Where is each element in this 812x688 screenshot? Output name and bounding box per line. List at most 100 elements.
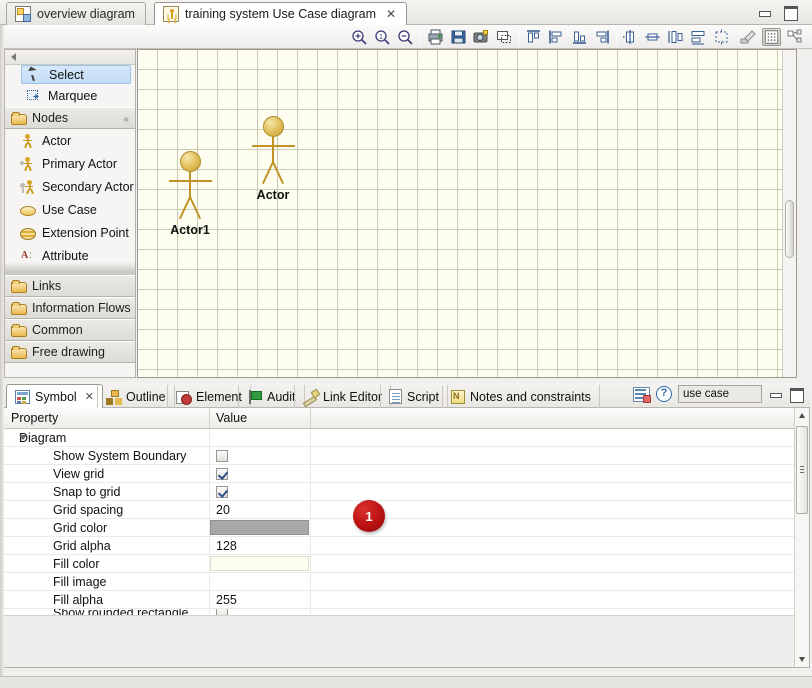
zoom-actual-icon[interactable]: 1 [373, 28, 392, 46]
close-icon[interactable]: ✕ [85, 390, 94, 403]
folder-icon [11, 302, 27, 315]
palette-node-use-case[interactable]: Use Case [5, 198, 135, 221]
palette-collapse-bar[interactable] [5, 50, 135, 65]
format-painter-icon[interactable] [739, 28, 758, 46]
use-case-icon [19, 202, 36, 218]
print-icon[interactable] [426, 28, 445, 46]
align-right-icon[interactable] [593, 28, 612, 46]
zoom-in-icon[interactable] [350, 28, 369, 46]
help-icon[interactable]: ? [656, 386, 672, 402]
view-tab-label: Notes and constraints [470, 389, 591, 404]
property-value[interactable] [210, 446, 311, 465]
palette-node-operation[interactable]: Operation [5, 267, 135, 276]
palette-node-primary-actor[interactable]: Primary Actor [5, 152, 135, 175]
close-icon[interactable]: ✕ [386, 7, 396, 21]
view-minimize-button[interactable] [768, 387, 783, 401]
view-tab-label: Audit [267, 389, 296, 404]
view-tab-label: Script [407, 389, 439, 404]
editor-tab-overview-diagram[interactable]: overview diagram [6, 2, 146, 25]
color-swatch-fill-color[interactable] [210, 555, 309, 571]
expander-triangle-icon[interactable] [19, 434, 27, 440]
palette-nodes-list: Actor Primary Actor Secondary Actor Use … [5, 129, 135, 275]
property-vertical-scrollbar[interactable] [794, 408, 809, 667]
snapshot-icon[interactable] [472, 28, 491, 46]
palette-node-secondary-actor[interactable]: Secondary Actor [5, 175, 135, 198]
palette-drawer-links[interactable]: Links [5, 275, 135, 297]
table-row[interactable]: Fill alpha 255 [3, 590, 809, 609]
checkbox-snap-to-grid[interactable] [216, 485, 228, 498]
view-tab-label: Outline [126, 389, 166, 404]
zoom-out-icon[interactable] [396, 28, 415, 46]
table-row[interactable]: Snap to grid [3, 482, 809, 501]
diagram-canvas[interactable]: Actor1 Actor [138, 50, 783, 377]
layout-icon[interactable] [786, 28, 805, 46]
palette-drawer-free-drawing[interactable]: Free drawing [5, 341, 135, 363]
property-value[interactable]: 128 [210, 536, 311, 555]
tab-notes-and-constraints[interactable]: Notes and constraints [442, 385, 600, 408]
cursor-icon [26, 67, 42, 83]
scroll-down-arrow-icon[interactable] [795, 652, 809, 667]
palette-tool-marquee[interactable]: Marquee [5, 84, 135, 107]
checkbox-show-system-boundary[interactable] [216, 449, 228, 462]
canvas-vertical-scrollbar[interactable] [782, 50, 796, 377]
table-row[interactable]: Grid spacing 20 [3, 500, 809, 519]
diagram-canvas-frame: Actor1 Actor [137, 49, 797, 378]
color-swatch-grid-color[interactable] [210, 519, 309, 535]
fit-size-icon[interactable] [712, 28, 731, 46]
property-spacer [311, 428, 809, 447]
property-value[interactable] [210, 482, 311, 501]
property-value[interactable]: 255 [210, 590, 311, 609]
palette-drawer-common[interactable]: Common [5, 319, 135, 341]
property-value[interactable] [210, 554, 311, 573]
save-icon[interactable] [449, 28, 468, 46]
palette-node-actor[interactable]: Actor [5, 129, 135, 152]
search-input[interactable]: use case [678, 385, 762, 403]
table-row[interactable]: Fill color [3, 554, 809, 573]
same-width-icon[interactable] [689, 28, 708, 46]
table-row[interactable]: Grid alpha 128 [3, 536, 809, 555]
tab-outline[interactable]: Outline [97, 385, 175, 408]
align-top-icon[interactable] [524, 28, 543, 46]
status-bar [0, 676, 812, 688]
tab-symbol[interactable]: Symbol ✕ [6, 384, 103, 408]
palette-node-attribute[interactable]: Attribute [5, 244, 135, 267]
window-maximize-button[interactable] [782, 5, 798, 21]
property-value[interactable]: 20 [210, 500, 311, 519]
window-minimize-button[interactable] [756, 5, 772, 19]
palette-drawer-information-flows[interactable]: Information Flows [5, 297, 135, 319]
property-scroll-thumb[interactable] [796, 426, 808, 514]
center-horizontal-icon[interactable] [620, 28, 639, 46]
table-row[interactable]: Fill image [3, 572, 809, 591]
tab-script[interactable]: Script [380, 385, 448, 408]
center-vertical-icon[interactable] [643, 28, 662, 46]
property-value[interactable] [210, 572, 311, 591]
filter-icon[interactable] [633, 386, 651, 403]
table-row[interactable]: Show System Boundary [3, 446, 809, 465]
editor-tab-use-case-diagram[interactable]: training system Use Case diagram ✕ [154, 2, 408, 25]
table-row[interactable]: View grid [3, 464, 809, 483]
table-row[interactable]: Diagram [3, 428, 809, 447]
table-row[interactable]: Grid color [3, 518, 809, 537]
view-maximize-button[interactable] [789, 387, 804, 403]
toggle-grid-icon[interactable] [762, 28, 781, 46]
folder-icon [11, 112, 27, 125]
script-icon [389, 389, 402, 404]
same-height-icon[interactable] [666, 28, 685, 46]
palette-node-extension-point[interactable]: Extension Point [5, 221, 135, 244]
canvas-scroll-thumb[interactable] [785, 200, 794, 258]
align-left-icon[interactable] [547, 28, 566, 46]
align-bottom-icon[interactable] [570, 28, 589, 46]
palette-drawer-nodes[interactable]: Nodes « [5, 107, 135, 129]
property-name: Fill color [3, 554, 210, 573]
select-area-icon[interactable] [495, 28, 514, 46]
property-value[interactable] [210, 518, 311, 537]
tab-link-editor[interactable]: Link Editor [294, 385, 392, 408]
extension-point-icon [19, 225, 36, 241]
checkbox-view-grid[interactable] [216, 467, 228, 480]
property-value[interactable] [210, 428, 311, 447]
property-value[interactable] [210, 464, 311, 483]
palette-tool-label: Marquee [48, 88, 98, 103]
palette-tool-select[interactable]: Select [21, 65, 131, 84]
chevron-collapse-icon[interactable]: « [123, 114, 128, 125]
scroll-up-arrow-icon[interactable] [795, 408, 809, 423]
